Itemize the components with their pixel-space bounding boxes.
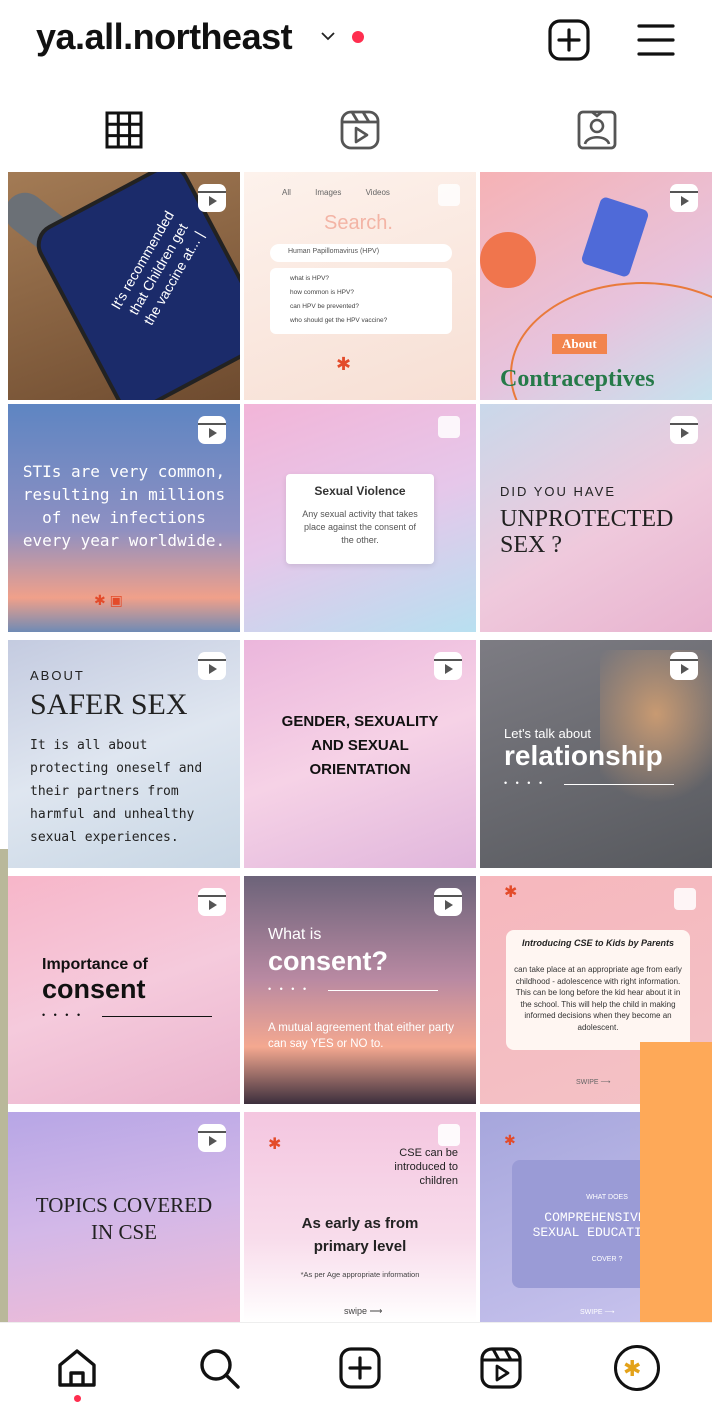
grid-icon[interactable]: [102, 108, 146, 152]
chevron-down-icon[interactable]: [320, 28, 336, 44]
unprotected-kicker: DID YOU HAVE: [500, 484, 616, 499]
multi-post-icon: [438, 1124, 460, 1146]
consent-body: A mutual agreement that either party can…: [268, 1022, 455, 1050]
post-tile-unprotected-sex[interactable]: DID YOU HAVE UNPROTECTED SEX ?: [480, 404, 712, 632]
create-icon[interactable]: [337, 1345, 383, 1391]
importance-title: consent: [42, 974, 146, 1004]
post-tile-contraceptives[interactable]: About Contraceptives: [480, 172, 712, 400]
post-tile-vaccine-phone[interactable]: It's recommended that Children get the v…: [8, 172, 240, 400]
profile-tabs: [0, 88, 712, 172]
post-tile-importance-consent[interactable]: Importance of consent • • • •: [8, 876, 240, 1104]
contraceptives-kicker: About: [552, 334, 607, 354]
safer-body: It is all about protecting oneself and t…: [30, 738, 203, 845]
search-heading: Search.: [324, 212, 393, 234]
reel-indicator-icon: [670, 652, 698, 680]
swipe-hint: SWIPE ⟶: [580, 1309, 615, 1316]
pill-pack-image: [580, 195, 650, 279]
stis-text: STIs are very common, resulting in milli…: [22, 462, 226, 550]
reel-indicator-icon: [670, 416, 698, 444]
importance-dots: • • • •: [42, 1010, 84, 1020]
reel-indicator-icon: [434, 888, 462, 916]
multi-post-icon: [438, 416, 460, 438]
consent-title: consent?: [268, 946, 389, 976]
new-post-icon[interactable]: [547, 18, 591, 62]
brand-logo: ✱: [268, 1136, 282, 1153]
reels-icon[interactable]: [478, 1345, 524, 1391]
post-tile-relationship[interactable]: Let's talk about relationship • • • •: [480, 640, 712, 868]
left-edge-strip: [0, 0, 8, 1415]
multi-post-icon: [674, 888, 696, 910]
post-tile-sexual-violence[interactable]: Sexual Violence Any sexual activity that…: [244, 404, 476, 632]
reel-indicator-icon: [198, 1124, 226, 1152]
consent-dots: • • • •: [268, 984, 310, 994]
swipe-hint: swipe ⟶: [344, 1306, 383, 1316]
divider-line: [328, 990, 438, 991]
safer-kicker: ABOUT: [30, 668, 85, 683]
condom-pack-image: [480, 232, 536, 288]
post-tile-cse-early[interactable]: ✱ CSE can be introduced to children As e…: [244, 1112, 476, 1322]
topics-text: TOPICS COVERED IN CSE: [35, 1193, 213, 1244]
reel-indicator-icon: [198, 184, 226, 212]
post-tile-stis[interactable]: STIs are very common, resulting in milli…: [8, 404, 240, 632]
profile-header: ya.all.northeast: [0, 0, 712, 88]
reel-indicator-icon: [198, 652, 226, 680]
profile-avatar[interactable]: ✱: [614, 1345, 660, 1391]
relationship-title: relationship: [504, 740, 663, 771]
reel-indicator-icon: [434, 652, 462, 680]
brand-logo: ✱: [504, 1132, 516, 1148]
unprotected-title: UNPROTECTED SEX ?: [500, 506, 674, 558]
multi-post-icon: [438, 184, 460, 206]
swipe-hint: SWIPE ⟶: [576, 1079, 611, 1086]
violence-body: Any sexual activity that takes place aga…: [302, 509, 418, 545]
reel-indicator-icon: [198, 416, 226, 444]
post-tile-hpv-search[interactable]: All Images Videos Search. Human Papillom…: [244, 172, 476, 400]
notification-dot: [352, 31, 364, 43]
cse-early-title: As early as from primary level: [301, 1215, 419, 1255]
cse-kids-title: Introducing CSE to Kids by Parents: [521, 938, 674, 948]
safer-title: SAFER SEX: [30, 688, 188, 721]
menu-icon[interactable]: [634, 18, 678, 62]
reel-indicator-icon: [670, 184, 698, 212]
gender-text: GENDER, SEXUALITY AND SEXUAL ORIENTATION: [281, 713, 439, 778]
home-icon[interactable]: [54, 1345, 100, 1391]
home-active-dot: [74, 1395, 81, 1402]
post-tile-what-is-consent[interactable]: What is consent? • • • • A mutual agreem…: [244, 876, 476, 1104]
username-switcher[interactable]: ya.all.northeast: [36, 16, 293, 58]
cse-kids-body: can take place at an appropriate age fro…: [514, 965, 682, 1032]
tagged-icon[interactable]: [575, 108, 619, 152]
contraceptives-title: Contraceptives: [500, 366, 655, 392]
search-icon[interactable]: [196, 1345, 242, 1391]
divider-line: [102, 1016, 212, 1017]
reels-icon[interactable]: [338, 108, 382, 152]
suggestions-list: what is HPV? how common is HPV? can HPV be…: [290, 275, 388, 324]
search-query-text: Human Papillomavirus (HPV): [288, 248, 380, 255]
importance-kicker: Importance of: [42, 956, 148, 973]
brand-logo: ✱: [336, 354, 352, 374]
brand-logo: ✱: [504, 884, 518, 901]
divider-line: [564, 784, 674, 785]
violence-title: Sexual Violence: [314, 484, 406, 498]
brand-logo: ✱ ▣: [94, 592, 123, 608]
post-tile-topics-cse[interactable]: TOPICS COVERED IN CSE: [8, 1112, 240, 1322]
cse-early-note: *As per Age appropriate information: [300, 1270, 420, 1279]
cse-early-top: CSE can be introduced to children: [394, 1147, 458, 1187]
post-tile-gender-sexuality[interactable]: GENDER, SEXUALITY AND SEXUAL ORIENTATION: [244, 640, 476, 868]
relationship-dots: • • • •: [504, 778, 546, 788]
consent-kicker: What is: [268, 926, 322, 943]
reel-indicator-icon: [198, 888, 226, 916]
search-tabs-text: All Images Videos: [282, 188, 390, 197]
avatar-logo: ✱: [623, 1356, 642, 1381]
bottom-navigation: ✱: [0, 1322, 712, 1416]
relationship-kicker: Let's talk about: [504, 726, 592, 741]
post-tile-safer-sex[interactable]: ABOUT SAFER SEX It is all about protecti…: [8, 640, 240, 868]
